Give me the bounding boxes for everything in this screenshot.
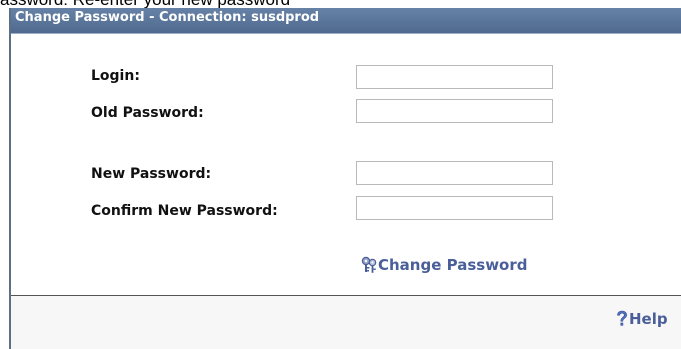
dialog-footer <box>11 296 681 349</box>
new-password-input[interactable] <box>356 161 553 185</box>
dialog-titlebar: Change Password - Connection: susdprod <box>11 8 681 33</box>
login-input[interactable] <box>356 65 553 89</box>
confirm-password-label: Confirm New Password: <box>91 203 278 219</box>
change-password-button[interactable]: Change Password <box>361 256 528 274</box>
old-password-label: Old Password: <box>91 105 204 121</box>
change-password-button-label: Change Password <box>378 256 528 274</box>
dialog-title: Change Password - Connection: susdprod <box>15 10 320 25</box>
question-mark-icon <box>615 310 629 328</box>
page-caption: assword: Re-enter your new password <box>0 0 681 8</box>
help-link[interactable]: Help <box>615 310 668 328</box>
old-password-input[interactable] <box>356 99 553 123</box>
new-password-label: New Password: <box>91 166 212 182</box>
change-password-dialog: Change Password - Connection: susdprod L… <box>9 8 681 349</box>
help-link-label: Help <box>629 310 668 328</box>
titlebar-divider <box>11 33 681 34</box>
confirm-password-input[interactable] <box>356 196 553 220</box>
login-label: Login: <box>91 68 140 84</box>
keys-icon <box>361 256 378 274</box>
